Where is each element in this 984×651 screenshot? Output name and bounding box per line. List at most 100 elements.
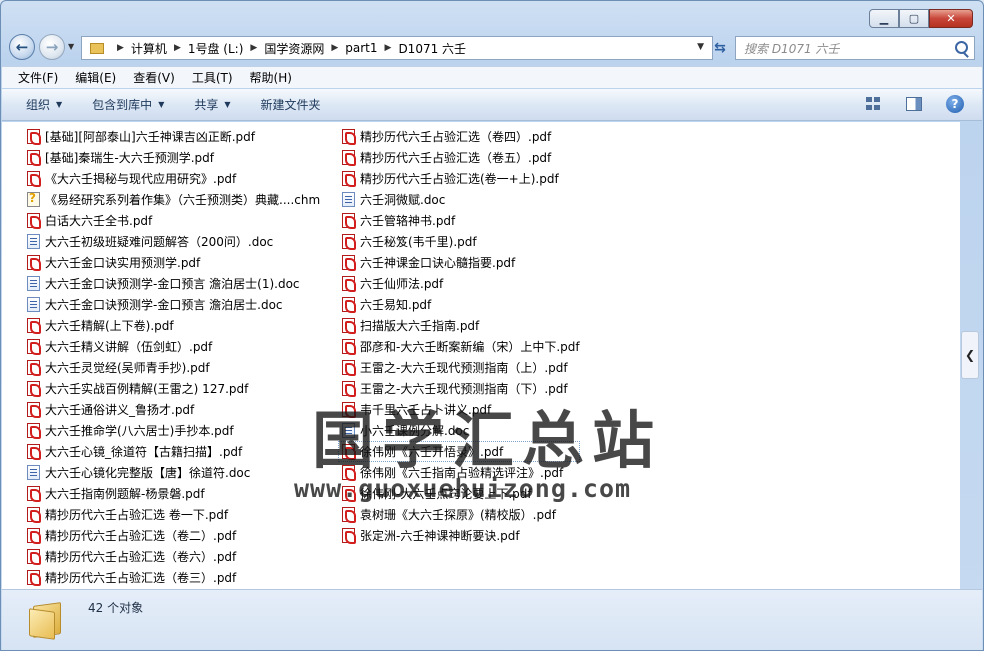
file-item[interactable]: 白话大六壬全书.pdf [27,210,320,231]
breadcrumb-item[interactable]: 1号盘 (L:) [188,40,244,57]
file-item[interactable]: 精抄历代六壬占验汇选（卷五）.pdf [342,147,580,168]
pdf-file-icon [342,318,356,334]
address-dropdown-icon[interactable]: ▼ [697,42,704,52]
pdf-file-icon [27,318,41,334]
recent-pages-dropdown[interactable]: ▼ [68,42,74,51]
file-item[interactable]: 徐伟刚《六壬开悟录》.pdf [338,441,580,462]
file-item[interactable]: [基础]秦瑞生-大六壬预测学.pdf [27,147,320,168]
file-column-2: 精抄历代六壬占验汇选（卷四）.pdf 精抄历代六壬占验汇选（卷五）.pdf 精抄历代… [338,126,580,546]
file-name: 徐伟刚《六壬指南占验精选评注》.pdf [360,466,564,480]
file-item[interactable]: 大六壬精义讲解（伍剑虹）.pdf [27,336,320,357]
file-item[interactable]: 精抄历代六壬占验汇选（卷六）.pdf [27,546,320,567]
file-item[interactable]: 袁树珊《大六壬探原》(精校版）.pdf [342,504,580,525]
file-item[interactable]: 大六壬通俗讲义_鲁扬才.pdf [27,399,320,420]
pdf-file-icon [27,150,41,166]
new-folder-button[interactable]: 新建文件夹 [261,96,321,113]
file-item[interactable]: 大六壬金口诀预测学-金口预言 澹泊居士(1).doc [27,273,320,294]
file-item[interactable]: 张定洲-六壬神课神断要诀.pdf [342,525,580,546]
file-item[interactable]: 王雷之-大六壬现代预测指南（上）.pdf [342,357,580,378]
pdf-file-icon [342,528,356,544]
file-name: 白话大六壬全书.pdf [45,214,153,228]
preview-pane-icon[interactable] [906,97,922,111]
file-item[interactable]: 六壬易知.pdf [342,294,580,315]
file-item[interactable]: 大六壬金口诀预测学-金口预言 澹泊居士.doc [27,294,320,315]
file-item[interactable]: 精抄历代六壬占验汇选 卷一下.pdf [27,504,320,525]
breadcrumb-item[interactable]: D1071 六壬 [398,40,466,57]
file-item[interactable]: 韦千里六壬占卜讲义.pdf [342,399,580,420]
file-list: [基础][阿部泰山]六壬神课吉凶正断.pdf [基础]秦瑞生-大六壬预测学.pdf… [2,122,960,589]
breadcrumb-separator-icon[interactable]: ▶ [331,43,338,53]
file-name: 小六壬课例分解.doc [360,424,470,438]
pdf-file-icon [342,339,356,355]
file-item[interactable]: 六壬管辂神书.pdf [342,210,580,231]
menu-item[interactable]: 工具(T) [192,69,233,86]
file-item[interactable]: 六壬神课金口诀心髓指要.pdf [342,252,580,273]
refresh-button[interactable]: ⇆ [709,36,731,60]
pdf-file-icon [342,444,356,460]
help-icon[interactable]: ? [946,95,964,113]
breadcrumb-item[interactable]: part1 [345,41,377,55]
caption-buttons: ▁ ▢ ✕ [869,9,973,28]
file-item[interactable]: 大六壬灵觉经(吴师青手抄).pdf [27,357,320,378]
command-bar: 组织 ▼ 包含到库中 ▼ 共享 ▼ 新建文件夹 ? [2,89,982,121]
file-item[interactable]: 大六壬心镜化完整版【唐】徐道符.doc [27,462,320,483]
close-button[interactable]: ✕ [929,9,973,28]
pdf-file-icon [342,171,356,187]
include-in-library-button[interactable]: 包含到库中 ▼ [92,96,164,113]
address-bar[interactable]: ▶ 计算机 ▶ 1号盘 (L:) ▶ 国学资源网 ▶ part1 ▶ D1071 六壬 ▼ [81,36,713,60]
file-item[interactable]: 扫描版大六壬指南.pdf [342,315,580,336]
pdf-file-icon [342,360,356,376]
file-item[interactable]: 大六壬精解(上下卷).pdf [27,315,320,336]
minimize-button[interactable]: ▁ [869,9,899,28]
file-item[interactable]: 六壬秘笈(韦千里).pdf [342,231,580,252]
file-item[interactable]: 《易经研究系列着作集》（六壬预测类）典藏....chm [27,189,320,210]
breadcrumb-separator-icon[interactable]: ▶ [117,43,124,53]
file-item[interactable]: 六壬仙师法.pdf [342,273,580,294]
share-label: 共享 [194,98,219,112]
file-item[interactable]: 邵彦和-大六壬断案新编（宋）上中下.pdf [342,336,580,357]
file-item[interactable]: 精抄历代六壬占验汇选（卷三）.pdf [27,567,320,588]
file-item[interactable]: 大六壬实战百例精解(王雷之) 127.pdf [27,378,320,399]
file-item[interactable]: 六壬洞微赋.doc [342,189,580,210]
menu-item[interactable]: 文件(F) [18,69,58,86]
search-input[interactable]: 搜索 D1071 六壬 [735,36,975,60]
file-item[interactable]: 大六壬推命学(八六居士)手抄本.pdf [27,420,320,441]
view-options-icon[interactable] [866,97,882,111]
back-button[interactable]: ← [9,34,35,60]
breadcrumb-separator-icon[interactable]: ▶ [250,43,257,53]
menu-item[interactable]: 编辑(E) [75,69,116,86]
file-item[interactable]: 大六壬心镜_徐道符【古籍扫描】.pdf [27,441,320,462]
file-item[interactable]: 徐伟刚-大六壬点窍论要上下.pdf [342,483,580,504]
share-button[interactable]: 共享 ▼ [194,96,230,113]
file-item[interactable]: 王雷之-大六壬现代预测指南（下）.pdf [342,378,580,399]
file-item[interactable]: 精抄历代六壬占验汇选（卷四）.pdf [342,126,580,147]
file-item[interactable]: 徐伟刚《六壬指南占验精选评注》.pdf [342,462,580,483]
menu-item[interactable]: 帮助(H) [250,69,292,86]
breadcrumb-separator-icon[interactable]: ▶ [385,43,392,53]
doc-file-icon [27,465,40,480]
file-item[interactable]: 精抄历代六壬占验汇选（卷二）.pdf [27,525,320,546]
file-item[interactable]: 精抄历代六壬占验汇选(卷一+上).pdf [342,168,580,189]
file-item[interactable]: 《大六壬揭秘与现代应用研究》.pdf [27,168,320,189]
breadcrumb: ▶ 计算机 ▶ 1号盘 (L:) ▶ 国学资源网 ▶ part1 ▶ D1071 六壬 [110,40,466,57]
file-item[interactable]: [基础][阿部泰山]六壬神课吉凶正断.pdf [27,126,320,147]
file-item[interactable]: 大六壬金口诀实用预测学.pdf [27,252,320,273]
pane-toggle-button[interactable]: ❮ [961,331,979,379]
file-column-1: [基础][阿部泰山]六壬神课吉凶正断.pdf [基础]秦瑞生-大六壬预测学.pdf… [27,126,320,588]
breadcrumb-separator-icon[interactable]: ▶ [174,43,181,53]
menu-item[interactable]: 查看(V) [133,69,175,86]
maximize-button[interactable]: ▢ [899,9,929,28]
file-item[interactable]: 小六壬课例分解.doc [342,420,580,441]
pdf-file-icon [342,276,356,292]
pdf-file-icon [342,381,356,397]
search-icon[interactable] [955,41,968,54]
file-name: 袁树珊《大六壬探原》(精校版）.pdf [360,508,556,522]
organize-button[interactable]: 组织 ▼ [26,96,62,113]
pdf-file-icon [342,213,356,229]
breadcrumb-item[interactable]: 计算机 [131,40,167,57]
forward-button[interactable]: → [39,34,65,60]
file-item[interactable]: 大六壬指南例题解-杨景磐.pdf [27,483,320,504]
breadcrumb-item[interactable]: 国学资源网 [264,40,324,57]
file-name: 王雷之-大六壬现代预测指南（上）.pdf [360,361,568,375]
file-item[interactable]: 大六壬初级班疑难问题解答（200问）.doc [27,231,320,252]
